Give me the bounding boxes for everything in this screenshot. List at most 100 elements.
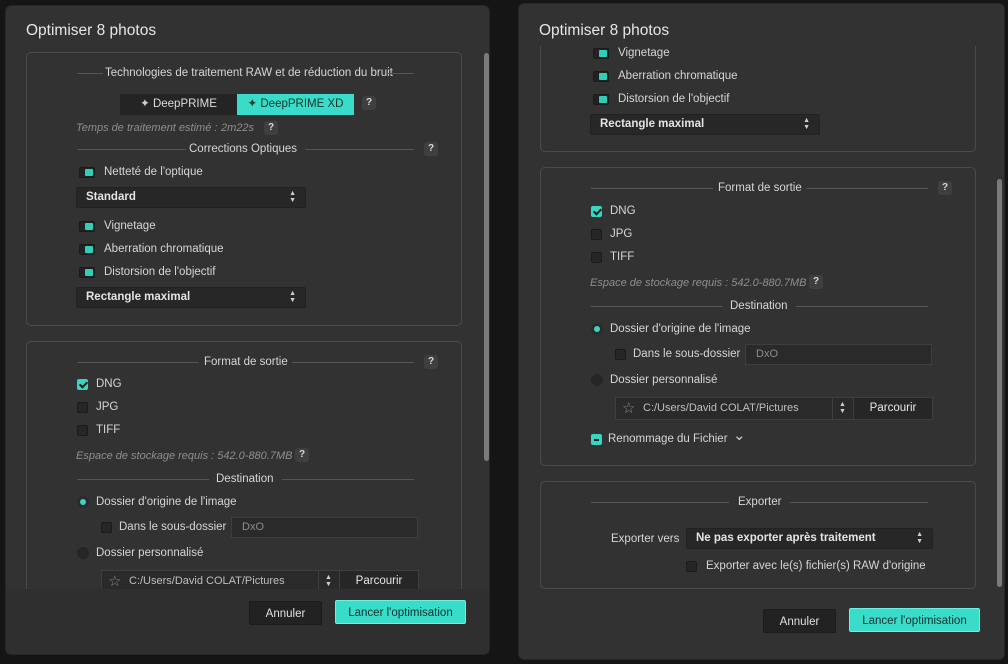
vignetting-label: Vignetage [104, 220, 156, 232]
custom-folder-label: Dossier personnalisé [96, 547, 204, 559]
dialog-title: Optimiser 8 photos [539, 22, 670, 39]
custom-path-field[interactable]: ☆ C:/Users/David COLAT/Pictures ▲ ▼ Parco… [615, 397, 933, 420]
scrollbar-thumb[interactable] [484, 53, 489, 461]
updown-arrows-icon[interactable]: ▲ ▼ [832, 398, 852, 419]
dng-label: DNG [96, 378, 122, 390]
custom-folder-radio[interactable] [77, 547, 89, 559]
divider [292, 362, 414, 363]
help-icon[interactable]: ? [264, 121, 278, 135]
divider [282, 479, 414, 480]
launch-optimization-button[interactable]: Lancer l'optimisation [335, 600, 466, 624]
dialog-scroll-area[interactable]: Vignetage Aberration chromatique Distors… [519, 46, 1004, 606]
dng-checkbox[interactable] [591, 206, 602, 217]
origin-folder-radio[interactable] [77, 496, 89, 508]
divider [77, 362, 199, 363]
divider [796, 306, 928, 307]
custom-folder-radio[interactable] [591, 374, 603, 386]
help-icon[interactable]: ? [295, 448, 309, 462]
updown-arrows-icon: ▲ ▼ [916, 531, 923, 545]
storage-required-text: Espace de stockage requis : 542.0-880.7M… [590, 277, 807, 289]
sparkle-icon: ✦ [247, 98, 261, 110]
export-with-raw-label: Exporter avec le(s) fichier(s) RAW d'ori… [706, 560, 926, 572]
launch-optimization-button[interactable]: Lancer l'optimisation [849, 608, 980, 632]
divider [77, 73, 103, 74]
export-to-label: Exporter vers [611, 533, 680, 545]
jpg-checkbox[interactable] [591, 229, 602, 240]
destination-title: Destination [216, 473, 274, 485]
divider [305, 149, 414, 150]
divider [591, 502, 729, 503]
deepprime-button[interactable]: ✦ DeepPRIME [120, 94, 237, 115]
origin-folder-radio[interactable] [591, 323, 603, 335]
export-to-select[interactable]: Ne pas exporter après traitement ▲ ▼ [686, 528, 933, 549]
distortion-label: Distorsion de l'objectif [104, 266, 216, 278]
chromatic-toggle[interactable] [593, 71, 609, 82]
jpg-label: JPG [96, 401, 119, 413]
subfolder-input[interactable]: DxO [745, 344, 932, 365]
processing-panel: Vignetage Aberration chromatique Distors… [540, 46, 976, 152]
export-title: Exporter [738, 496, 782, 508]
tiff-checkbox[interactable] [77, 425, 88, 436]
help-icon[interactable]: ? [938, 181, 952, 195]
divider [591, 188, 713, 189]
help-icon[interactable]: ? [424, 142, 438, 156]
subfolder-label: Dans le sous-dossier [633, 348, 741, 360]
output-panel: Format de sortie ? DNG JPG TIFF Espace d… [26, 341, 462, 591]
raw-section-title: Technologies de traitement RAW et de réd… [105, 67, 393, 79]
subfolder-checkbox[interactable] [101, 522, 112, 533]
output-panel: Format de sortie ? DNG JPG TIFF Espace d… [540, 167, 976, 466]
rename-file-checkbox[interactable] [591, 434, 602, 445]
subfolder-input[interactable]: DxO [231, 517, 418, 538]
distortion-toggle[interactable] [79, 267, 95, 278]
star-icon[interactable]: ☆ [622, 399, 635, 418]
dialog-scroll-area[interactable]: Technologies de traitement RAW et de réd… [6, 51, 489, 591]
subfolder-checkbox[interactable] [615, 349, 626, 360]
updown-arrows-icon[interactable]: ▲ ▼ [318, 571, 338, 591]
jpg-checkbox[interactable] [77, 402, 88, 413]
export-panel: Exporter Exporter vers Ne pas exporter a… [540, 481, 976, 589]
chevron-down-icon[interactable]: ⌄ [733, 426, 746, 444]
sharpness-select[interactable]: Standard ▲ ▼ [76, 187, 306, 208]
divider [77, 479, 209, 480]
custom-path-field[interactable]: ☆ C:/Users/David COLAT/Pictures ▲ ▼ Parco… [101, 570, 419, 591]
output-format-title: Format de sortie [718, 182, 802, 194]
updown-arrows-icon: ▲ ▼ [289, 290, 296, 304]
tiff-checkbox[interactable] [591, 252, 602, 263]
crop-mode-select[interactable]: Rectangle maximal ▲ ▼ [76, 287, 306, 308]
scrollbar-thumb[interactable] [997, 179, 1002, 587]
browse-button[interactable]: Parcourir [339, 571, 418, 591]
custom-path-text: C:/Users/David COLAT/Pictures [129, 575, 285, 587]
crop-mode-select[interactable]: Rectangle maximal ▲ ▼ [590, 114, 820, 135]
help-icon[interactable]: ? [424, 355, 438, 369]
vignetting-toggle[interactable] [593, 48, 609, 59]
output-format-title: Format de sortie [204, 356, 288, 368]
divider [388, 73, 414, 74]
deepprime-xd-button[interactable]: ✦ DeepPRIME XD [237, 94, 354, 115]
tiff-label: TIFF [96, 424, 121, 436]
distortion-toggle[interactable] [593, 94, 609, 105]
divider [77, 149, 186, 150]
tiff-label: TIFF [610, 251, 635, 263]
help-icon[interactable]: ? [809, 275, 823, 289]
browse-button[interactable]: Parcourir [853, 398, 932, 419]
vignetting-label: Vignetage [618, 47, 670, 59]
sharpness-toggle[interactable] [79, 167, 95, 178]
cancel-button[interactable]: Annuler [249, 601, 322, 625]
cancel-button[interactable]: Annuler [763, 609, 836, 633]
updown-arrows-icon: ▲ ▼ [803, 117, 810, 131]
export-with-raw-checkbox[interactable] [686, 561, 697, 572]
divider [790, 502, 928, 503]
dng-label: DNG [610, 205, 636, 217]
storage-required-text: Espace de stockage requis : 542.0-880.7M… [76, 450, 293, 462]
optimize-dialog-right: Optimiser 8 photos Vignetage Aberration … [518, 3, 1005, 660]
jpg-label: JPG [610, 228, 633, 240]
vignetting-toggle[interactable] [79, 221, 95, 232]
chromatic-label: Aberration chromatique [618, 70, 738, 82]
origin-folder-label: Dossier d'origine de l'image [96, 496, 237, 508]
chromatic-toggle[interactable] [79, 244, 95, 255]
chromatic-label: Aberration chromatique [104, 243, 224, 255]
optimize-dialog-left: Optimiser 8 photos Technologies de trait… [5, 5, 490, 655]
dng-checkbox[interactable] [77, 379, 88, 390]
help-icon[interactable]: ? [362, 96, 376, 110]
time-estimate-label: Temps de traitement estimé : [76, 122, 218, 134]
